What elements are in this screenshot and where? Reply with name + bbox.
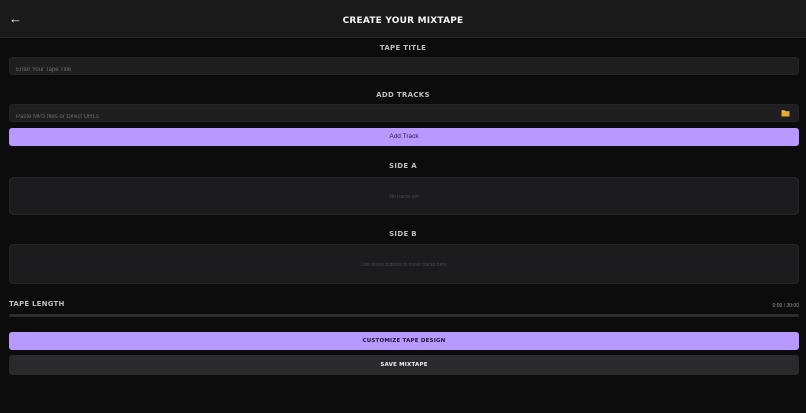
tape-length-value: 0:00 / 30:00 — [772, 303, 799, 309]
add-track-button[interactable]: Add Track — [9, 128, 799, 146]
page-title: CREATE YOUR MIXTAPE — [342, 16, 464, 26]
track-url-field — [9, 104, 799, 125]
customize-tape-design-button[interactable]: CUSTOMIZE TAPE DESIGN — [9, 332, 799, 350]
tape-length-label: TAPE LENGTH — [9, 300, 65, 308]
folder-icon[interactable] — [781, 109, 790, 117]
side-b-track-list: Use arrow buttons to move tracks here — [9, 244, 799, 284]
tape-title-input[interactable] — [10, 62, 798, 78]
tape-title-field — [9, 57, 799, 78]
tape-length-progress — [9, 314, 799, 317]
side-b-empty-text: Use arrow buttons to move tracks here — [361, 262, 447, 268]
side-a-empty-text: No tracks yet — [389, 194, 419, 200]
side-b-label: SIDE B — [389, 230, 417, 238]
add-tracks-label: ADD TRACKS — [376, 91, 430, 99]
header-bar: ← CREATE YOUR MIXTAPE — [0, 0, 806, 38]
save-mixtape-button[interactable]: SAVE MIXTAPE — [9, 355, 799, 375]
side-a-label: SIDE A — [389, 162, 417, 170]
side-a-track-list: No tracks yet — [9, 177, 799, 215]
tape-title-label: TAPE TITLE — [379, 44, 427, 52]
track-url-input[interactable] — [10, 109, 798, 125]
